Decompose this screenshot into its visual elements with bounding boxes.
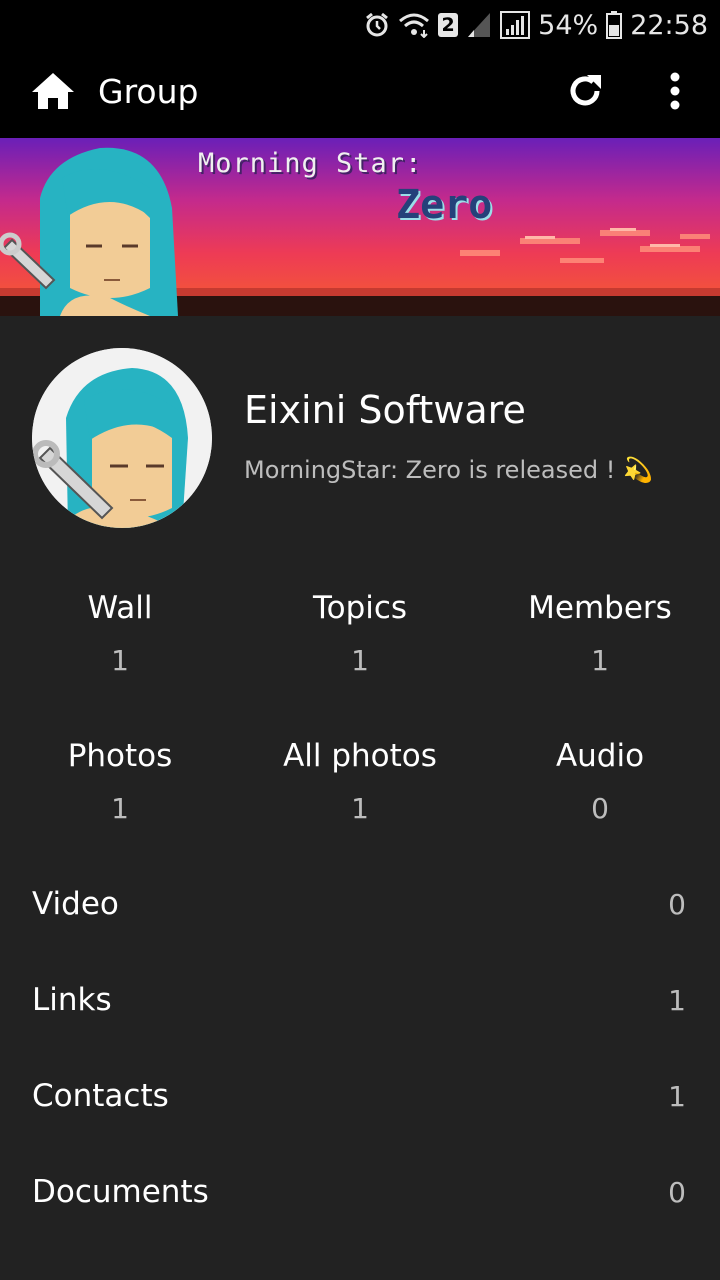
list-item-contacts[interactable]: Contacts 1 [0,1050,720,1146]
list-item-count: 0 [668,888,686,921]
list-item-count: 1 [668,984,686,1017]
counter-value: 1 [111,792,129,825]
wifi-icon [398,12,430,38]
banner-title-line1: Morning Star: [198,148,423,179]
status-bar: 2 54% 22:58 [0,0,720,50]
counter-value: 0 [591,792,609,825]
list-item-documents[interactable]: Documents 0 [0,1146,720,1242]
counter-label: Photos [67,738,173,774]
list-item-links[interactable]: Links 1 [0,954,720,1050]
page-title: Group [98,72,199,111]
group-status-text: MorningStar: Zero is released ! 💫 [244,456,653,484]
list-item-label: Contacts [32,1078,169,1114]
app-bar: Group [0,50,720,138]
counter-label: Audio [555,738,645,774]
refresh-icon [565,71,605,115]
list-item-label: Links [32,982,112,1018]
alarm-icon [364,12,390,38]
battery-icon [606,11,623,39]
signal-empty-icon [466,11,492,39]
counter-label: Members [528,590,672,626]
sim-badge: 2 [438,13,459,37]
counter-value: 1 [351,644,369,677]
more-vert-icon [669,71,681,115]
counter-all-photos[interactable]: All photos 1 [240,738,480,825]
signal-icon [500,11,531,39]
status-icons: 2 54% 22:58 [364,8,708,42]
list-item-video[interactable]: Video 0 [0,858,720,954]
counter-value: 1 [591,644,609,677]
counter-audio[interactable]: Audio 0 [480,738,720,825]
counter-wall[interactable]: Wall 1 [0,590,240,677]
counter-label: Wall [87,590,153,626]
battery-percent: 54% [538,9,599,41]
group-avatar[interactable] [32,348,212,528]
banner-title-line2: Zero [396,182,493,228]
clock: 22:58 [630,9,708,41]
counter-label: All photos [283,738,437,774]
home-icon [30,71,76,115]
refresh-button[interactable] [560,68,610,118]
list-item-count: 1 [668,1080,686,1113]
home-button[interactable] [28,68,78,118]
counter-topics[interactable]: Topics 1 [240,590,480,677]
counter-photos[interactable]: Photos 1 [0,738,240,825]
more-options-button[interactable] [652,68,698,118]
counter-label: Topics [312,590,408,626]
group-name: Eixini Software [244,388,526,432]
list-item-count: 0 [668,1176,686,1209]
counter-members[interactable]: Members 1 [480,590,720,677]
group-cover-image[interactable]: Morning Star: Zero [0,138,720,316]
list-item-label: Video [32,886,119,922]
counter-value: 1 [111,644,129,677]
counter-value: 1 [351,792,369,825]
list-item-label: Documents [32,1174,209,1210]
